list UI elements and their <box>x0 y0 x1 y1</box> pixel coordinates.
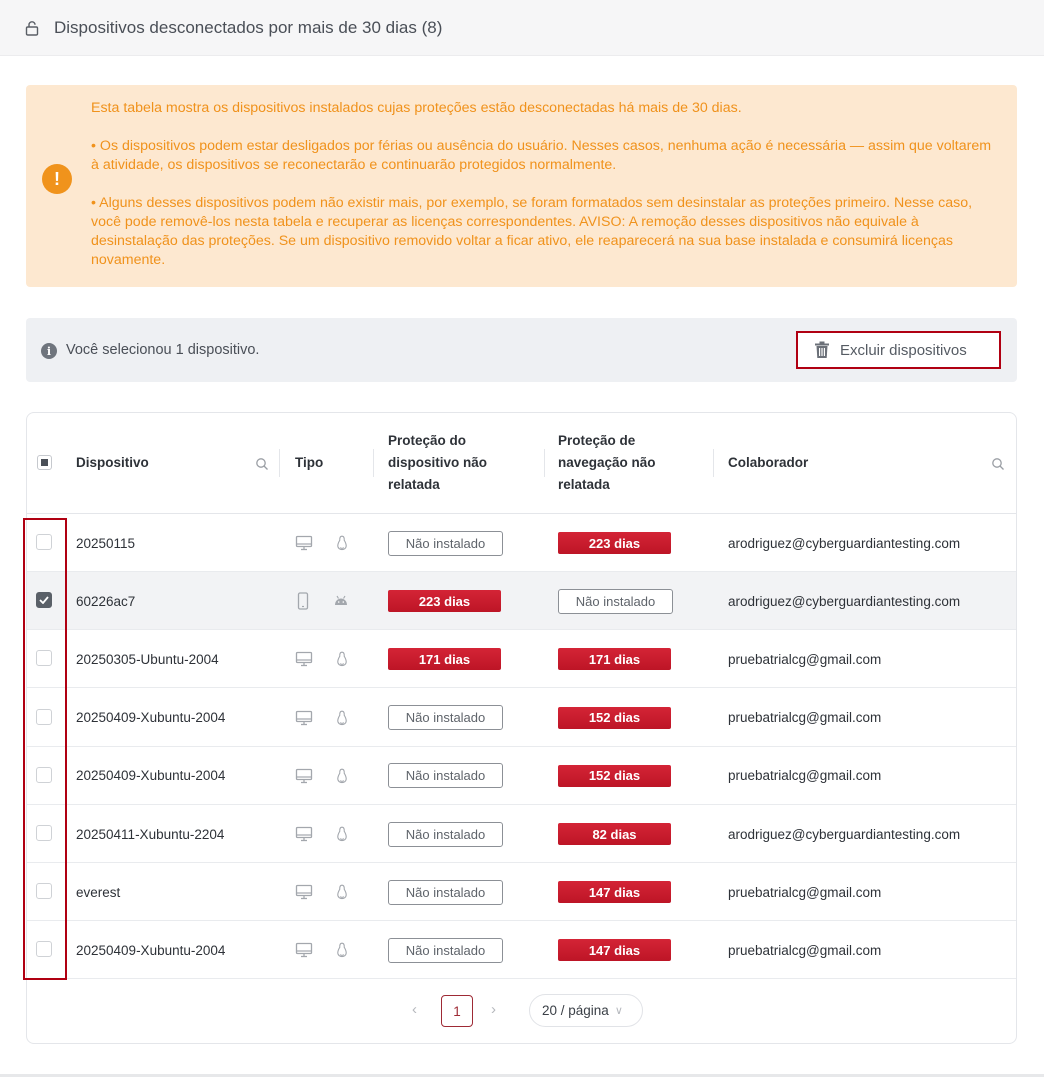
device-name: 20250411-Xubuntu-2204 <box>76 826 225 842</box>
column-header-device-protection: Proteção do dispositivo não relatada <box>388 433 488 492</box>
page-size-label: 20 / página <box>542 1003 609 1018</box>
table-row[interactable]: 20250409-Xubuntu-2004 Não instalado 152 di… <box>27 747 1016 805</box>
collaborator-email: pruebatrialcg@gmail.com <box>728 651 882 667</box>
device-protection-badge: Não instalado <box>388 879 503 905</box>
table-row[interactable]: 20250411-Xubuntu-2204 Não instalado 82 dia… <box>27 805 1016 863</box>
device-protection-badge: 223 dias <box>388 590 501 613</box>
table-row[interactable]: 20250409-Xubuntu-2004 Não instalado 152 di… <box>27 689 1016 747</box>
collaborator-email: pruebatrialcg@gmail.com <box>728 768 882 784</box>
row-checkbox[interactable] <box>36 883 52 900</box>
table-row[interactable]: everest Não instalado 147 dias pruebatrialc… <box>27 863 1016 922</box>
desktop-icon <box>295 826 313 842</box>
device-protection-badge: Não instalado <box>388 937 503 963</box>
desktop-icon <box>295 768 313 784</box>
selection-bar: i Você selecionou 1 dispositivo. Excluir… <box>26 318 1017 382</box>
browsing-protection-badge: Não instalado <box>558 588 673 614</box>
column-header-type: Tipo <box>295 455 324 470</box>
collaborator-email: pruebatrialcg@gmail.com <box>728 710 882 726</box>
search-icon[interactable] <box>991 457 1005 471</box>
browsing-protection-badge: 82 dias <box>558 823 671 845</box>
mobile-icon <box>297 592 309 610</box>
table-header: Dispositivo Tipo Proteção do dispositivo… <box>27 413 1016 514</box>
page-size-select[interactable]: 20 / página ∨ <box>529 994 643 1027</box>
warning-paragraph: • Os dispositivos podem estar desligados… <box>91 138 992 173</box>
collaborator-email: arodriguez@cyberguardiantesting.com <box>728 593 961 609</box>
row-checkbox[interactable] <box>36 592 52 609</box>
browsing-protection-badge: 223 dias <box>558 532 671 554</box>
linux-icon <box>336 768 348 784</box>
linux-icon <box>336 535 348 551</box>
warning-banner: ! Esta tabela mostra os dispositivos ins… <box>26 85 1017 287</box>
search-icon[interactable] <box>255 457 269 471</box>
device-name: 20250409-Xubuntu-2004 <box>76 710 226 726</box>
desktop-icon <box>295 884 313 900</box>
device-protection-badge: Não instalado <box>388 530 503 556</box>
warning-paragraph: Esta tabela mostra os dispositivos insta… <box>91 100 742 116</box>
linux-icon <box>336 651 348 667</box>
device-name: 20250305-Ubuntu-2004 <box>76 651 219 667</box>
column-header-collaborator: Colaborador <box>728 455 809 470</box>
device-protection-badge: Não instalado <box>388 763 503 789</box>
desktop-icon <box>295 942 313 958</box>
row-checkbox[interactable] <box>36 941 52 958</box>
devices-table: Dispositivo Tipo Proteção do dispositivo… <box>26 412 1017 1044</box>
desktop-icon <box>295 710 313 726</box>
browsing-protection-badge: 152 dias <box>558 706 671 729</box>
selection-count-text: Você selecionou 1 dispositivo. <box>66 342 260 358</box>
chevron-right-icon[interactable]: › <box>491 1001 496 1018</box>
collaborator-email: arodriguez@cyberguardiantesting.com <box>728 826 961 842</box>
delete-devices-label: Excluir dispositivos <box>840 341 967 359</box>
chevron-left-icon[interactable]: ‹ <box>412 1001 417 1018</box>
device-protection-badge: 171 dias <box>388 648 501 671</box>
row-checkbox[interactable] <box>36 708 52 725</box>
table-row[interactable]: 60226ac7 223 dias Não instalado arodriguez@… <box>27 572 1016 631</box>
linux-icon <box>336 710 348 726</box>
trash-icon <box>814 341 830 359</box>
info-icon: i <box>41 343 57 359</box>
lock-icon <box>24 20 40 36</box>
browsing-protection-badge: 147 dias <box>558 881 671 904</box>
table-row[interactable]: 20250115 Não instalado 223 dias arodriguez@… <box>27 514 1016 572</box>
collaborator-email: pruebatrialcg@gmail.com <box>728 942 882 958</box>
browsing-protection-badge: 152 dias <box>558 764 671 787</box>
browsing-protection-badge: 147 dias <box>558 939 671 962</box>
linux-icon <box>336 826 348 842</box>
select-all-checkbox[interactable] <box>37 455 52 470</box>
table-row[interactable]: 20250305-Ubuntu-2004 171 dias 171 dias prue… <box>27 630 1016 689</box>
section-header: Dispositivos desconectados por mais de 3… <box>0 0 1044 56</box>
row-checkbox[interactable] <box>36 534 52 550</box>
exclamation-icon: ! <box>42 164 72 194</box>
device-name: 60226ac7 <box>76 593 136 609</box>
page-title: Dispositivos desconectados por mais de 3… <box>54 17 443 37</box>
device-name: 20250409-Xubuntu-2004 <box>76 768 226 784</box>
page-number-current[interactable]: 1 <box>441 995 473 1027</box>
column-header-device: Dispositivo <box>76 455 149 470</box>
desktop-icon <box>295 651 313 667</box>
row-checkbox[interactable] <box>36 650 52 667</box>
collaborator-email: pruebatrialcg@gmail.com <box>728 884 882 900</box>
warning-paragraph: • Alguns desses dispositivos podem não e… <box>91 195 973 268</box>
device-name: 20250115 <box>76 535 136 551</box>
device-name: everest <box>76 884 121 900</box>
pagination: ‹ 1 › 20 / página ∨ <box>27 993 1016 1029</box>
delete-devices-button[interactable]: Excluir dispositivos <box>796 331 1001 369</box>
collaborator-email: arodriguez@cyberguardiantesting.com <box>728 535 961 551</box>
linux-icon <box>336 942 348 958</box>
chevron-down-icon: ∨ <box>614 1005 623 1017</box>
android-icon <box>333 595 349 607</box>
desktop-icon <box>295 535 313 551</box>
device-name: 20250409-Xubuntu-2004 <box>76 942 226 958</box>
table-row[interactable]: 20250409-Xubuntu-2004 Não instalado 147 di… <box>27 921 1016 980</box>
device-protection-badge: Não instalado <box>388 705 503 731</box>
device-protection-badge: Não instalado <box>388 821 503 847</box>
row-checkbox[interactable] <box>36 766 52 783</box>
browsing-protection-badge: 171 dias <box>558 648 671 671</box>
linux-icon <box>336 884 348 900</box>
column-header-browsing-protection: Proteção de navegação não relatada <box>558 433 656 492</box>
row-checkbox[interactable] <box>36 825 52 841</box>
